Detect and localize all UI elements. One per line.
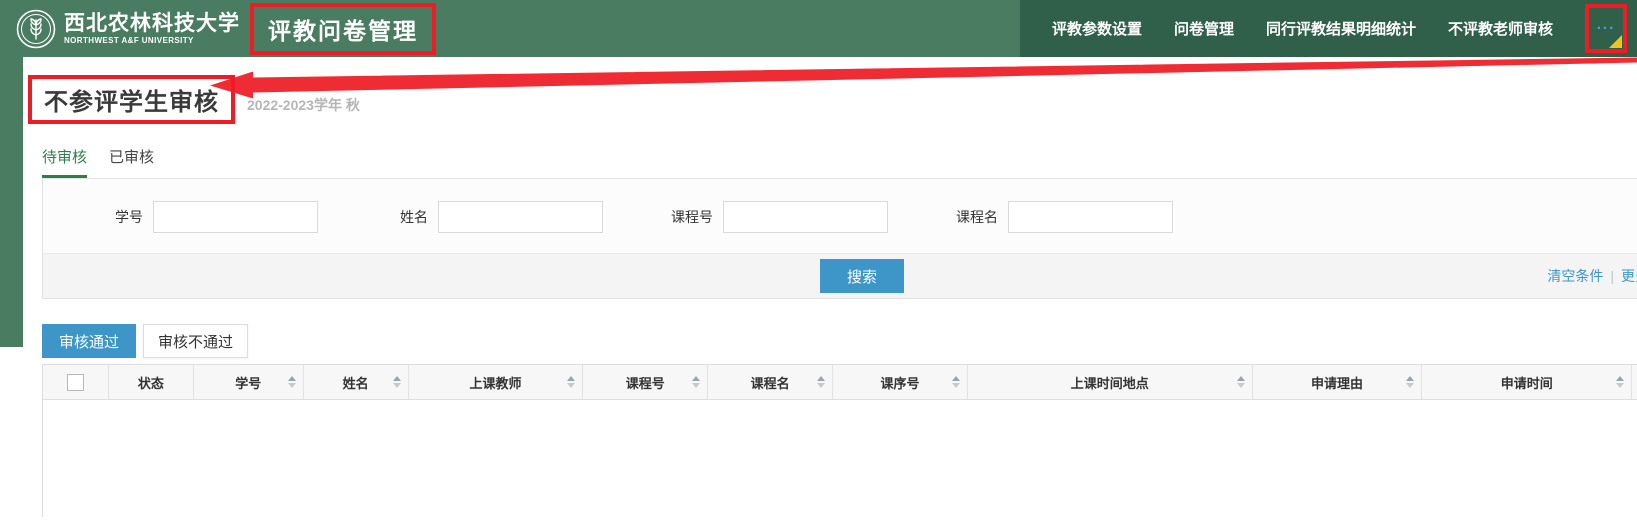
term-label: 2022-2023学年 秋	[247, 95, 360, 115]
corner-triangle-icon	[1609, 35, 1622, 48]
app-title: 评教问卷管理	[250, 3, 436, 55]
column-header-5[interactable]: 课程号	[583, 365, 708, 399]
nav-item-2[interactable]: 问卷管理	[1174, 18, 1234, 39]
search-field-input-2[interactable]	[438, 201, 603, 233]
column-header-10[interactable]: 申请时间	[1422, 365, 1632, 399]
top-header: 西北农林科技大学 NORTHWEST A&F UNIVERSITY 评教问卷管理…	[0, 0, 1637, 57]
select-all-cell	[43, 365, 109, 399]
sort-arrows-icon[interactable]	[1406, 376, 1414, 388]
clear-conditions-link[interactable]: 清空条件	[1547, 266, 1603, 286]
table-body-empty	[42, 400, 1637, 517]
left-green-strip	[0, 57, 23, 347]
search-field-4: 课程名	[926, 201, 1211, 233]
approve-button[interactable]: 审核通过	[42, 324, 136, 358]
brand: 西北农林科技大学 NORTHWEST A&F UNIVERSITY 评教问卷管理	[0, 3, 436, 55]
nav-more-button[interactable]: ...	[1585, 4, 1627, 53]
select-all-checkbox[interactable]	[67, 374, 84, 391]
column-header-1: 状态	[109, 365, 194, 399]
column-header-3[interactable]: 姓名	[304, 365, 409, 399]
table-header-row: 状态 学号 姓名 上课教师 课程号 课程名 课序号 上课时间地点 申请理由 申请时间	[42, 364, 1637, 400]
main-content: 不参评学生审核 2022-2023学年 秋 待审核已审核 学号 姓名 课程号 课程名 …	[23, 75, 1637, 517]
more-conditions-link[interactable]: 更多	[1621, 266, 1637, 286]
column-header-4[interactable]: 上课教师	[409, 365, 584, 399]
sort-arrows-icon[interactable]	[952, 376, 960, 388]
column-label: 课序号	[880, 373, 919, 392]
nav-item-3[interactable]: 同行评教结果明细统计	[1266, 18, 1416, 39]
university-name: 西北农林科技大学 NORTHWEST A&F UNIVERSITY	[64, 13, 240, 45]
column-label: 上课教师	[469, 373, 521, 392]
column-header-7[interactable]: 课序号	[833, 365, 968, 399]
search-field-input-4[interactable]	[1008, 201, 1173, 233]
sort-arrows-icon[interactable]	[1616, 376, 1624, 388]
search-field-input-1[interactable]	[153, 201, 318, 233]
column-header-6[interactable]: 课程名	[708, 365, 833, 399]
title-row: 不参评学生审核 2022-2023学年 秋	[28, 75, 1637, 124]
university-name-en: NORTHWEST A&F UNIVERSITY	[64, 37, 240, 45]
column-label: 申请时间	[1501, 373, 1553, 392]
sort-arrows-icon[interactable]	[567, 376, 575, 388]
bulk-actions-row: 审核通过 审核不通过	[42, 324, 1637, 358]
page-title: 不参评学生审核	[44, 82, 219, 117]
column-label: 姓名	[343, 373, 369, 392]
search-field-label-2: 姓名	[356, 207, 438, 227]
sort-arrows-icon[interactable]	[692, 376, 700, 388]
search-panel: 学号 姓名 课程号 课程名 搜索 清空条件 | 更多	[42, 178, 1637, 299]
search-button[interactable]: 搜索	[820, 259, 904, 293]
column-label: 学号	[235, 373, 261, 392]
column-label: 上课时间地点	[1071, 373, 1149, 392]
nav-item-1[interactable]: 评教参数设置	[1052, 18, 1142, 39]
results-table: 状态 学号 姓名 上课教师 课程号 课程名 课序号 上课时间地点 申请理由 申请时间	[42, 364, 1637, 517]
tab-bar: 待审核已审核	[42, 146, 1637, 178]
search-field-2: 姓名	[356, 201, 641, 233]
sort-arrows-icon[interactable]	[1237, 376, 1245, 388]
search-panel-footer: 搜索 清空条件 | 更多	[43, 253, 1637, 298]
sort-arrows-icon[interactable]	[288, 376, 296, 388]
sort-arrows-icon[interactable]	[393, 376, 401, 388]
column-header-2[interactable]: 学号	[194, 365, 304, 399]
column-header-9[interactable]: 申请理由	[1253, 365, 1423, 399]
tab-2[interactable]: 已审核	[109, 146, 154, 178]
search-fields-row: 学号 姓名 课程号 课程名	[43, 179, 1637, 253]
reject-button[interactable]: 审核不通过	[143, 324, 248, 358]
column-label: 课程名	[751, 373, 790, 392]
search-field-label-1: 学号	[71, 207, 153, 227]
column-label: 申请理由	[1311, 373, 1363, 392]
search-footer-links: 清空条件 | 更多	[1547, 254, 1637, 298]
tab-1[interactable]: 待审核	[42, 146, 87, 178]
column-header-11[interactable]	[1632, 365, 1637, 399]
search-field-label-3: 课程号	[641, 207, 723, 227]
search-field-input-3[interactable]	[723, 201, 888, 233]
search-field-3: 课程号	[641, 201, 926, 233]
search-field-1: 学号	[71, 201, 356, 233]
nav-item-4[interactable]: 不评教老师审核	[1448, 18, 1553, 39]
university-logo-icon	[16, 9, 56, 49]
column-label: 课程号	[626, 373, 665, 392]
top-nav: 评教参数设置 问卷管理 同行评教结果明细统计 不评教老师审核 ...	[1020, 0, 1637, 57]
link-separator: |	[1610, 268, 1614, 284]
column-header-8[interactable]: 上课时间地点	[968, 365, 1253, 399]
search-field-label-4: 课程名	[926, 207, 1008, 227]
annotation-box-page-title: 不参评学生审核	[28, 75, 235, 124]
sort-arrows-icon[interactable]	[817, 376, 825, 388]
university-name-cn: 西北农林科技大学	[64, 13, 240, 34]
column-label: 状态	[138, 373, 164, 392]
